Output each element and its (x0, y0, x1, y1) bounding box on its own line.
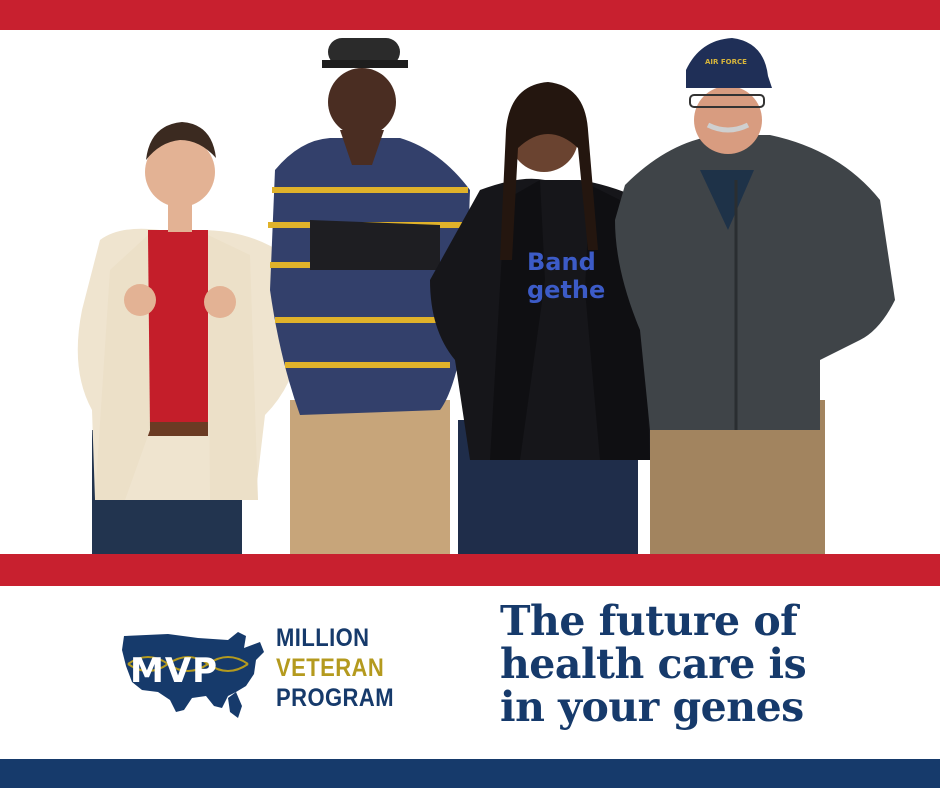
tagline-line-1: The future of (500, 597, 798, 645)
shirt-text-2: gethe (527, 276, 605, 304)
tagline: The future of health care is in your gen… (500, 600, 920, 729)
logo-word-program: PROGRAM (276, 684, 394, 712)
tagline-line-3: in your genes (500, 683, 804, 731)
middle-red-stripe (0, 554, 940, 586)
tagline-line-2: health care is (500, 640, 807, 688)
us-map-icon: MVP (122, 632, 264, 718)
person-woman-cardigan (77, 122, 300, 554)
bottom-navy-stripe (0, 759, 940, 788)
million-veteran-program-logo: MVP MILLION VETERAN PROGRAM (118, 620, 408, 730)
veterans-group-photo: Band gethe AIR FORCE (0, 30, 940, 554)
logo-mark: MVP (130, 651, 218, 691)
cap-text: AIR FORCE (705, 58, 747, 66)
logo-word-veteran: VETERAN (276, 654, 385, 682)
person-man-fleece-jacket: AIR FORCE (615, 38, 895, 554)
logo-word-million: MILLION (276, 624, 370, 652)
top-red-stripe (0, 0, 940, 30)
shirt-text: Band (527, 248, 596, 276)
